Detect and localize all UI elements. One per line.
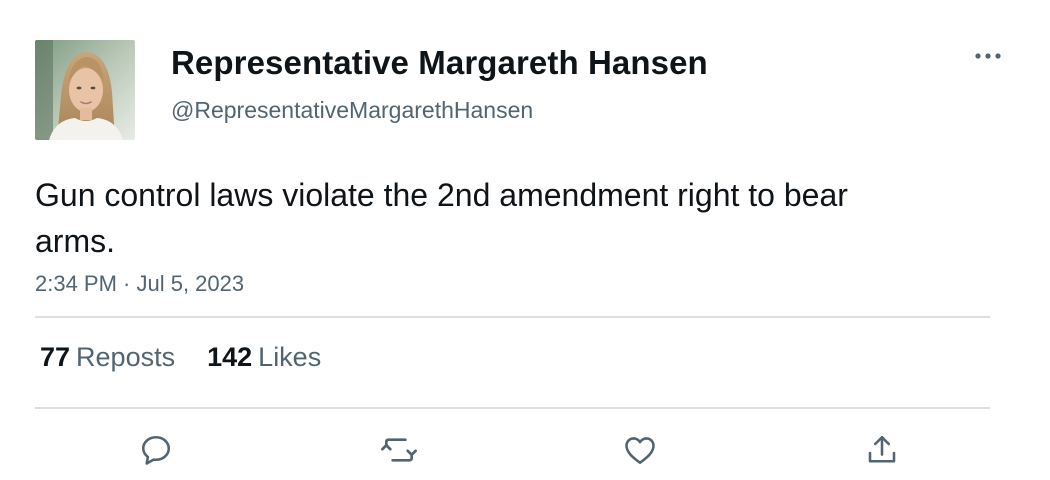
share-button[interactable] bbox=[862, 430, 902, 470]
more-horizontal-icon bbox=[975, 53, 1001, 59]
action-bar bbox=[0, 430, 1050, 470]
engagement-stats: 77 Reposts 142 Likes bbox=[40, 342, 321, 373]
more-options-button[interactable] bbox=[968, 44, 1008, 68]
author-display-name[interactable]: Representative Margareth Hansen bbox=[171, 44, 708, 82]
share-icon bbox=[868, 435, 896, 463]
divider bbox=[35, 407, 990, 409]
avatar-image bbox=[35, 40, 135, 140]
reply-icon bbox=[141, 435, 171, 465]
divider bbox=[35, 316, 990, 318]
likes-count: 142 bbox=[207, 342, 253, 372]
avatar[interactable] bbox=[35, 40, 135, 140]
reply-button[interactable] bbox=[136, 430, 176, 470]
repost-icon bbox=[381, 438, 417, 462]
likes-label: Likes bbox=[258, 342, 322, 372]
reposts-stat[interactable]: 77 Reposts bbox=[40, 342, 175, 373]
reposts-count: 77 bbox=[40, 342, 71, 372]
repost-button[interactable] bbox=[379, 430, 419, 470]
heart-icon bbox=[625, 437, 655, 465]
author-handle[interactable]: @RepresentativeMargarethHansen bbox=[171, 97, 533, 124]
tweet-timestamp[interactable]: 2:34 PM · Jul 5, 2023 bbox=[35, 271, 244, 297]
like-button[interactable] bbox=[620, 430, 660, 470]
reposts-label: Reposts bbox=[76, 342, 176, 372]
likes-stat[interactable]: 142 Likes bbox=[207, 342, 321, 373]
tweet-text: Gun control laws violate the 2nd amendme… bbox=[35, 177, 848, 259]
